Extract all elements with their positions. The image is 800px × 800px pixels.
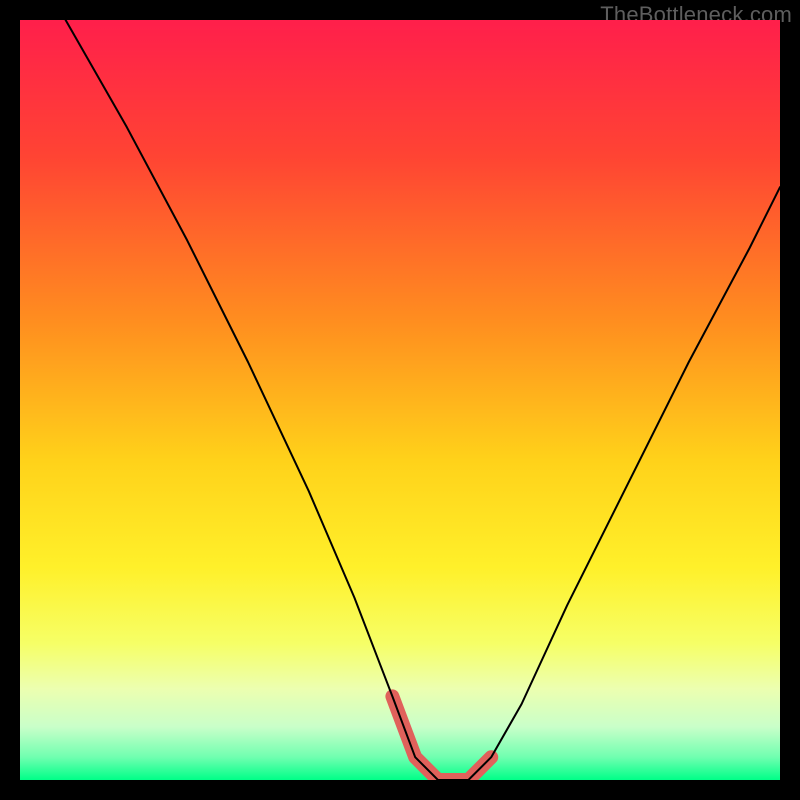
plot-area	[20, 20, 780, 780]
bottleneck-curve	[66, 20, 780, 780]
chart-frame: TheBottleneck.com	[0, 0, 800, 800]
curve-layer	[20, 20, 780, 780]
